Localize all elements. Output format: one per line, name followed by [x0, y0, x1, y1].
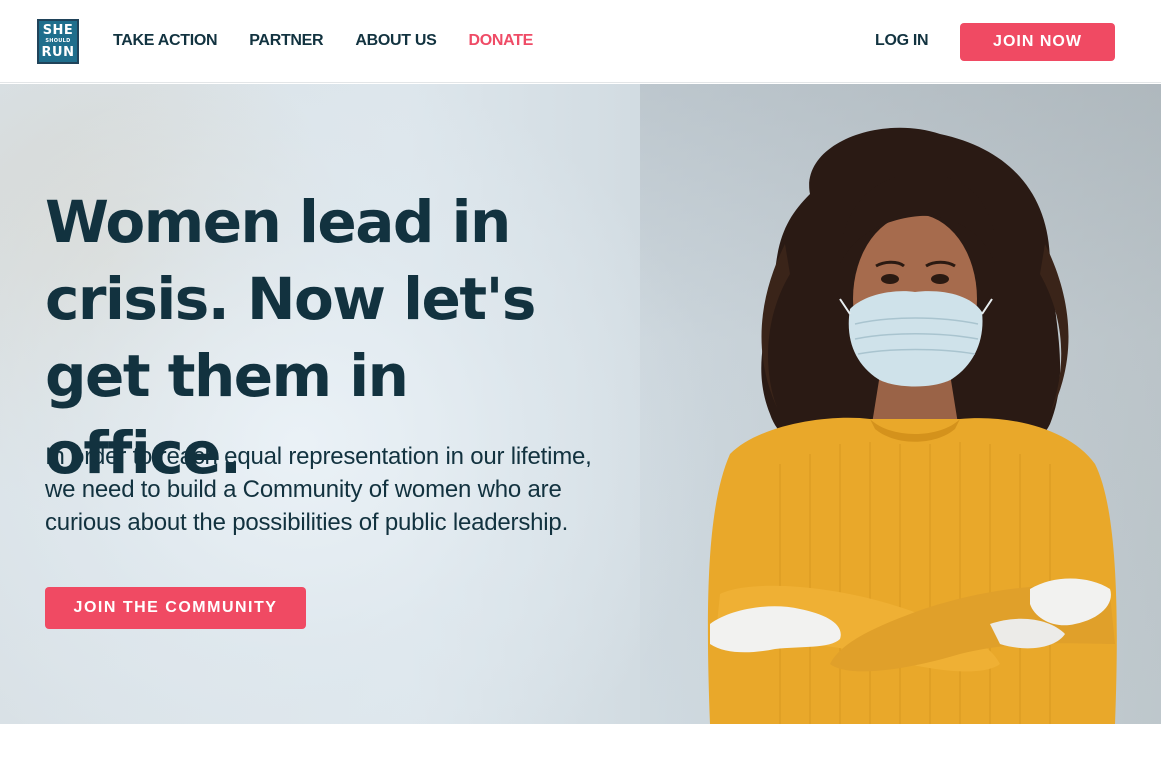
main-nav: TAKE ACTION PARTNER ABOUT US DONATE	[113, 31, 533, 51]
hero-section: Women lead in crisis. Now let's get them…	[0, 84, 1161, 724]
nav-take-action[interactable]: TAKE ACTION	[113, 31, 218, 51]
nav-about-us[interactable]: ABOUT US	[355, 31, 436, 51]
nav-partner[interactable]: PARTNER	[249, 31, 323, 51]
hero-subtext: In order to reach equal representation i…	[45, 443, 592, 536]
nav-donate[interactable]: DONATE	[468, 31, 533, 51]
hero-photo-woman-in-mask	[707, 127, 1117, 724]
logo-text-she: SHE	[42, 23, 74, 38]
login-link[interactable]: LOG IN	[875, 31, 929, 51]
logo-text-run: RUN	[41, 45, 75, 60]
logo-text-should: SHOULD	[45, 38, 71, 44]
join-now-button[interactable]: JOIN NOW	[960, 23, 1115, 61]
join-the-community-button[interactable]: JOIN THE COMMUNITY	[45, 587, 306, 629]
she-should-run-logo[interactable]: SHE SHOULD RUN	[37, 19, 79, 64]
site-header: SHE SHOULD RUN TAKE ACTION PARTNER ABOUT…	[0, 0, 1161, 83]
